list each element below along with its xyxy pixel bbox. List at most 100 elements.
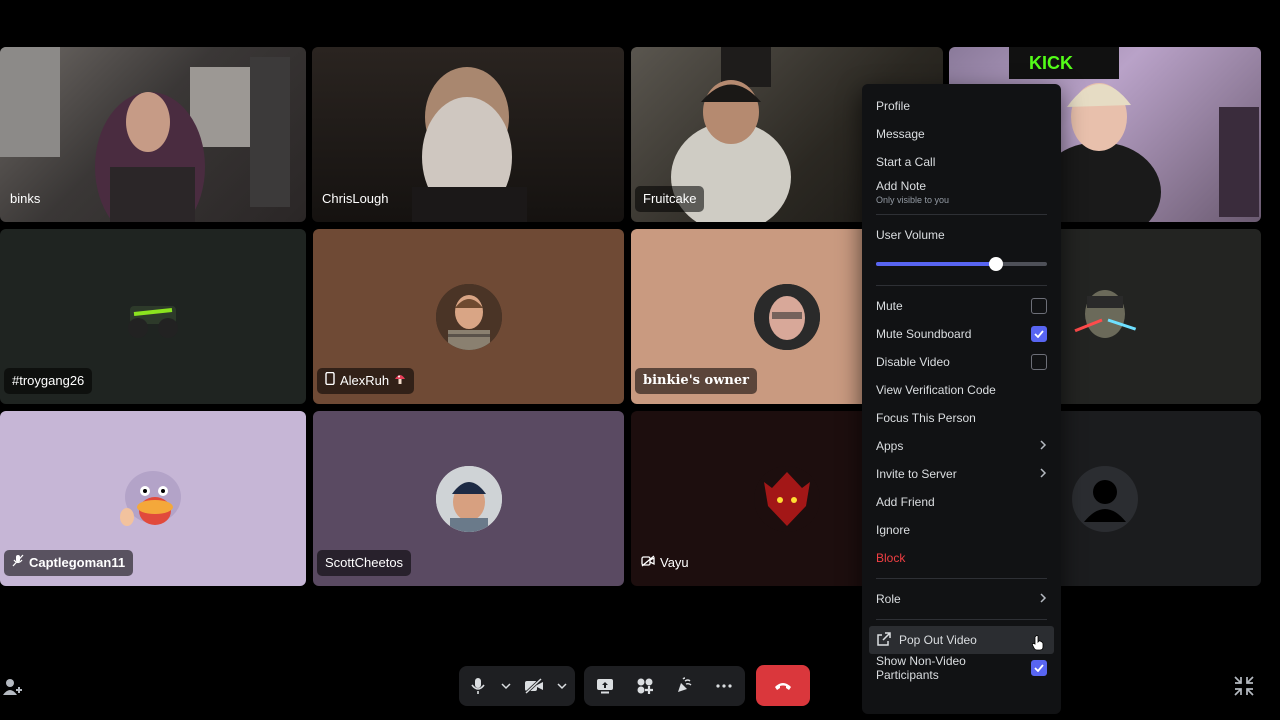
volume-track[interactable] (876, 257, 1047, 271)
menu-separator (876, 578, 1047, 579)
menu-item-add-friend[interactable]: Add Friend (869, 488, 1054, 516)
hand-cursor-icon (1031, 635, 1044, 654)
participant-name-wrapper: Captlegoman11 (4, 550, 134, 576)
menu-item-pop-out-video[interactable]: Pop Out Video (869, 626, 1054, 654)
camera-button[interactable] (515, 666, 553, 706)
volume-handle[interactable] (988, 257, 1003, 271)
more-dots-icon (716, 684, 732, 688)
menu-item-disable-video[interactable]: Disable Video (869, 348, 1054, 376)
menu-sublabel: Only visible to you (876, 195, 950, 205)
disconnect-button[interactable] (756, 665, 810, 706)
participant-tile-chrislough[interactable]: ChrisLough (312, 47, 624, 222)
soundboard-button[interactable] (665, 666, 705, 706)
menu-label: Add Note (876, 179, 927, 193)
screen-share-icon (596, 679, 613, 694)
menu-label: Show Non-Video Participants (876, 654, 966, 682)
menu-item-user-volume: User Volume (869, 221, 1054, 249)
participant-name: Vayu (660, 555, 689, 570)
participant-name-wrapper: AlexRuh (317, 368, 415, 394)
participant-tile-captlegoman11[interactable]: Captlegoman11 (0, 411, 306, 586)
participant-name: Fruitcake (635, 186, 705, 212)
menu-item-show-non-video[interactable]: Show Non-Video Participants (869, 654, 1054, 682)
participant-name: ChrisLough (322, 191, 389, 206)
video-grid: binks ChrisLough Fruitcake KICK #troygan… (0, 0, 1280, 600)
menu-item-add-note[interactable]: Add Note Only visible to you (869, 176, 1054, 208)
chevron-right-icon (1039, 439, 1047, 453)
menu-item-start-call[interactable]: Start a Call (869, 148, 1054, 176)
menu-label: Invite to Server (876, 467, 957, 481)
soundboard-icon (678, 677, 692, 692)
participant-name: #troygang26 (4, 368, 93, 394)
participant-tile-alexruh[interactable]: AlexRuh (313, 229, 624, 404)
participant-name: AlexRuh (340, 373, 390, 388)
menu-label: Pop Out Video (899, 633, 977, 647)
menu-label: User Volume (876, 228, 945, 242)
menu-label: Mute (876, 299, 903, 313)
microphone-button[interactable] (459, 666, 497, 706)
menu-label: Block (876, 551, 906, 565)
menu-label: Disable Video (876, 355, 950, 369)
user-volume-slider[interactable] (869, 249, 1054, 279)
participant-tile-scottcheetos[interactable]: ScottCheetos (313, 411, 624, 586)
video-off-icon (641, 550, 655, 576)
menu-label: Mute Soundboard (876, 327, 972, 341)
menu-label: Role (876, 592, 901, 606)
menu-item-view-verification-code[interactable]: View Verification Code (869, 376, 1054, 404)
participant-tile-binks[interactable]: binks (0, 47, 306, 222)
participant-name: ScottCheetos (317, 550, 412, 576)
participant-tile-troygang26[interactable]: #troygang26 (0, 229, 306, 404)
participant-avatar (435, 465, 502, 532)
menu-item-block[interactable]: Block (869, 544, 1054, 572)
chevron-down-icon (501, 683, 511, 690)
menu-separator (876, 285, 1047, 286)
menu-separator (876, 619, 1047, 620)
more-options-button[interactable] (704, 666, 744, 706)
invite-people-icon[interactable] (2, 676, 24, 698)
default-user-icon (1084, 479, 1126, 522)
participant-avatar (754, 465, 820, 532)
camera-options-button[interactable] (553, 666, 571, 706)
menu-item-role[interactable]: Role (869, 585, 1054, 613)
pop-out-icon (876, 631, 892, 650)
user-context-menu: Profile Message Start a Call Add Note On… (862, 84, 1061, 714)
menu-item-focus-this-person[interactable]: Focus This Person (869, 404, 1054, 432)
exit-fullscreen-button[interactable] (1234, 676, 1254, 696)
menu-item-profile[interactable]: Profile (869, 92, 1054, 120)
menu-label: Start a Call (876, 155, 936, 169)
menu-item-invite-to-server[interactable]: Invite to Server (869, 460, 1054, 488)
menu-label: Profile (876, 99, 911, 113)
camera-off-icon (524, 678, 543, 694)
mute-soundboard-checkbox[interactable] (1031, 326, 1047, 342)
screen-share-button[interactable] (585, 666, 625, 706)
show-non-video-checkbox[interactable] (1031, 660, 1047, 676)
menu-item-mute-soundboard[interactable]: Mute Soundboard (869, 320, 1054, 348)
activities-button[interactable] (625, 666, 665, 706)
menu-item-message[interactable]: Message (869, 120, 1054, 148)
menu-label: Message (876, 127, 925, 141)
hang-up-icon (775, 682, 791, 690)
participant-name-wrapper: Vayu (633, 550, 697, 576)
microphone-options-button[interactable] (497, 666, 515, 706)
mobile-icon (325, 368, 335, 394)
mushroom-icon (394, 368, 406, 394)
participant-avatar (1072, 284, 1138, 350)
svg-text:KICK: KICK (1029, 53, 1073, 73)
menu-item-apps[interactable]: Apps (869, 432, 1054, 460)
participant-avatar (120, 284, 186, 350)
mic-muted-icon (12, 550, 24, 576)
menu-label: Focus This Person (876, 411, 976, 425)
volume-fill (876, 262, 996, 266)
participant-avatar (1072, 465, 1138, 532)
menu-label: Add Friend (876, 495, 935, 509)
minimize-icon (1234, 676, 1254, 696)
microphone-icon (471, 678, 485, 694)
menu-item-ignore[interactable]: Ignore (869, 516, 1054, 544)
menu-item-mute[interactable]: Mute (869, 292, 1054, 320)
mute-checkbox[interactable] (1031, 298, 1047, 314)
participant-name: Captlegoman11 (29, 555, 126, 570)
av-controls-group (459, 666, 575, 706)
menu-label: Ignore (876, 523, 911, 537)
participant-avatar (435, 283, 502, 350)
activities-icon (637, 678, 653, 694)
disable-video-checkbox[interactable] (1031, 354, 1047, 370)
